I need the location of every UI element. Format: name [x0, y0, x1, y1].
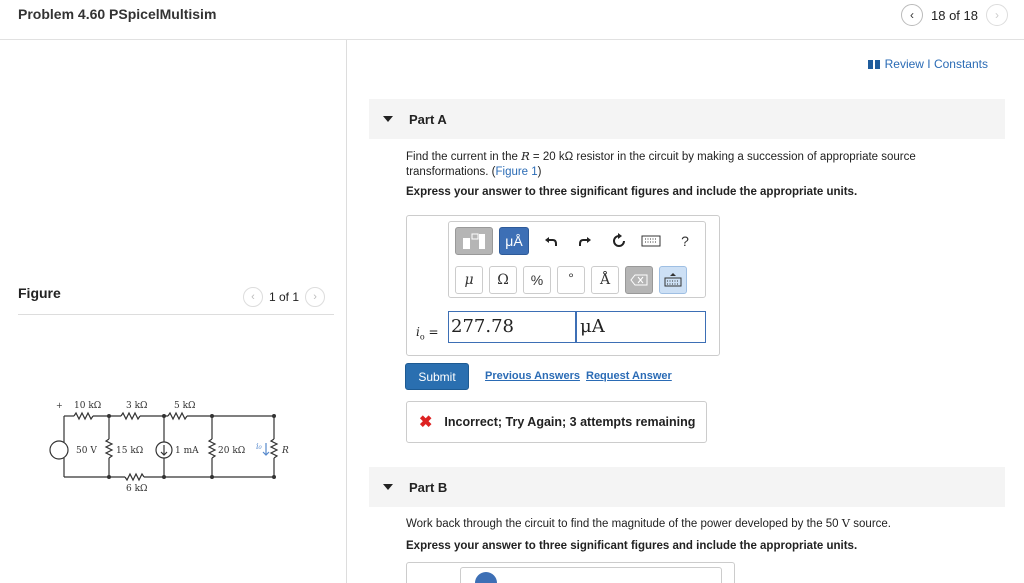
- feedback-message: Incorrect; Try Again; 3 attempts remaini…: [444, 415, 696, 429]
- chevron-right-icon[interactable]: ›: [986, 4, 1008, 26]
- angstrom-button[interactable]: Å: [591, 266, 619, 294]
- answer-box: μÅ ? μ Ω % ° Å io = 277.78 μA: [406, 215, 720, 356]
- math-toolbar: μÅ ? μ Ω % ° Å: [448, 221, 706, 298]
- request-answer-link[interactable]: Request Answer: [586, 370, 672, 382]
- question-b-unit: V: [841, 516, 851, 530]
- figure-prev-icon[interactable]: ‹: [243, 287, 263, 307]
- part-b-question: Work back through the circuit to find th…: [406, 516, 966, 532]
- resistor-label-r: R: [281, 446, 289, 456]
- part-a-question: Find the current in the R = 20 kΩ resist…: [406, 149, 966, 180]
- part-b-header[interactable]: Part B: [369, 467, 1005, 507]
- part-b-answer-box: [406, 562, 735, 583]
- circuit-diagram: + 10 kΩ 3 kΩ 5 kΩ 50 V 15 kΩ 1 mA 20 kΩ …: [49, 401, 289, 494]
- svg-text:+: +: [56, 401, 63, 410]
- collapse-triangle-icon: [383, 116, 393, 122]
- degree-button[interactable]: °: [557, 266, 585, 294]
- percent-button[interactable]: %: [523, 266, 551, 294]
- problem-title: Problem 4.60 PSpicelMultisim: [18, 6, 217, 22]
- answer-label-eq: =: [424, 325, 439, 339]
- collapse-triangle-icon: [383, 484, 393, 490]
- source-label-1ma: 1 mA: [175, 446, 199, 456]
- question-pane: Review I Constants Part A Find the curre…: [347, 40, 1024, 583]
- figure-heading: Figure: [18, 285, 61, 301]
- backspace-icon[interactable]: [625, 266, 653, 294]
- part-b-toolbar: [460, 567, 722, 583]
- figure-divider: [18, 314, 334, 315]
- question-b-text-post: source.: [850, 518, 892, 530]
- feedback-box: ✖ Incorrect; Try Again; 3 attempts remai…: [406, 401, 707, 443]
- question-b-text-pre: Work back through the circuit to find th…: [406, 518, 842, 530]
- question-text-pre: Find the current in the: [406, 151, 522, 163]
- top-bar: Problem 4.60 PSpicelMultisim ‹ 18 of 18 …: [0, 0, 1024, 40]
- chevron-left-icon[interactable]: ‹: [901, 4, 923, 26]
- review-constants-link[interactable]: Review I Constants: [867, 57, 988, 71]
- figure-link[interactable]: Figure 1: [495, 166, 537, 178]
- figure-pane: Figure ‹ 1 of 1 › + 10 kΩ 3 kΩ 5 kΩ 50 V…: [0, 40, 346, 583]
- x-icon: ✖: [419, 414, 433, 431]
- resistor-label-20k: 20 kΩ: [218, 446, 245, 456]
- help-button[interactable]: ?: [675, 231, 695, 251]
- units-button[interactable]: μÅ: [499, 227, 529, 255]
- figure-count: 1 of 1: [269, 290, 300, 304]
- review-constants-label: Review I Constants: [884, 57, 988, 71]
- figure-pager: ‹ 1 of 1 ›: [243, 287, 326, 307]
- redo-icon[interactable]: [575, 231, 595, 251]
- resistor-label-5k: 5 kΩ: [174, 401, 196, 411]
- answer-label: io =: [416, 325, 439, 341]
- resistor-label-3k: 3 kΩ: [126, 401, 148, 411]
- figure-next-icon[interactable]: ›: [305, 287, 326, 307]
- resistor-label-10k: 10 kΩ: [74, 401, 101, 411]
- part-a-header[interactable]: Part A: [369, 99, 1005, 139]
- review-bars-icon: [867, 59, 880, 69]
- omega-button[interactable]: Ω: [489, 266, 517, 294]
- current-label-io: i₀: [256, 442, 263, 451]
- mu-button[interactable]: μ: [455, 266, 483, 294]
- problem-pager: ‹ 18 of 18 ›: [901, 4, 1008, 26]
- previous-answers-link[interactable]: Previous Answers: [485, 370, 580, 382]
- part-b-label: Part B: [409, 479, 448, 495]
- answer-value-input[interactable]: 277.78: [448, 311, 576, 343]
- reset-icon[interactable]: [609, 231, 629, 251]
- keyboard-toggle-icon[interactable]: [659, 266, 687, 294]
- part-a-label: Part A: [409, 111, 447, 127]
- answer-unit-input[interactable]: μA: [576, 311, 706, 343]
- part-a-instruction: Express your answer to three significant…: [406, 186, 858, 198]
- resistor-label-15k: 15 kΩ: [116, 446, 143, 456]
- undo-icon[interactable]: [541, 231, 561, 251]
- templates-icon[interactable]: [455, 227, 493, 255]
- part-b-instruction: Express your answer to three significant…: [406, 540, 858, 552]
- keyboard-icon[interactable]: [639, 231, 663, 251]
- submit-button[interactable]: Submit: [405, 363, 469, 390]
- question-var-r: R: [521, 149, 530, 163]
- templates-icon[interactable]: [475, 572, 497, 583]
- resistor-label-6k: 6 kΩ: [126, 484, 148, 494]
- problem-count: 18 of 18: [931, 7, 978, 23]
- question-text-post: ): [537, 166, 542, 178]
- source-label-50v: 50 V: [76, 446, 97, 456]
